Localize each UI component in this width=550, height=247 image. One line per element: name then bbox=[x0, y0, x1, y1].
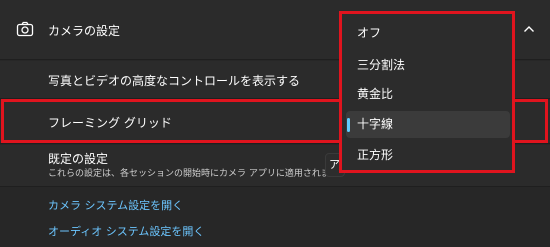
links-section: カメラ システム設定を開く オーディオ システム設定を開く bbox=[0, 188, 550, 247]
show-advanced-controls-label: 写真とビデオの高度なコントロールを表示する bbox=[48, 74, 301, 88]
open-camera-system-settings-link[interactable]: カメラ システム設定を開く bbox=[48, 197, 183, 213]
default-settings-label: 既定の設定 bbox=[48, 152, 109, 166]
dropdown-list: オフ 三分割法 黄金比 十字線 正方形 bbox=[344, 16, 510, 168]
option-square[interactable]: 正方形 bbox=[346, 142, 510, 169]
page-title: カメラの設定 bbox=[48, 24, 121, 38]
option-golden-ratio[interactable]: 黄金比 bbox=[346, 81, 510, 108]
option-crosshair-label: 十字線 bbox=[357, 117, 394, 131]
option-rule-of-thirds[interactable]: 三分割法 bbox=[346, 52, 510, 79]
camera-icon bbox=[16, 21, 34, 37]
option-crosshair[interactable]: 十字線 bbox=[346, 111, 510, 138]
framing-grid-highlight-right bbox=[511, 99, 548, 143]
selected-indicator bbox=[347, 118, 350, 132]
chevron-up-icon[interactable] bbox=[523, 24, 535, 34]
open-audio-system-settings-link[interactable]: オーディオ システム設定を開く bbox=[48, 223, 204, 239]
framing-grid-highlight bbox=[1, 99, 339, 143]
framing-grid-dropdown[interactable]: オフ 三分割法 黄金比 十字線 正方形 bbox=[339, 11, 515, 173]
option-off[interactable]: オフ bbox=[346, 20, 510, 47]
default-settings-description: これらの設定は、各セッションの開始時にカメラ アプリに適用されます bbox=[48, 169, 339, 179]
camera-settings-page: カメラの設定 写真とビデオの高度なコントロールを表示する フレーミング グリッド… bbox=[0, 0, 550, 247]
